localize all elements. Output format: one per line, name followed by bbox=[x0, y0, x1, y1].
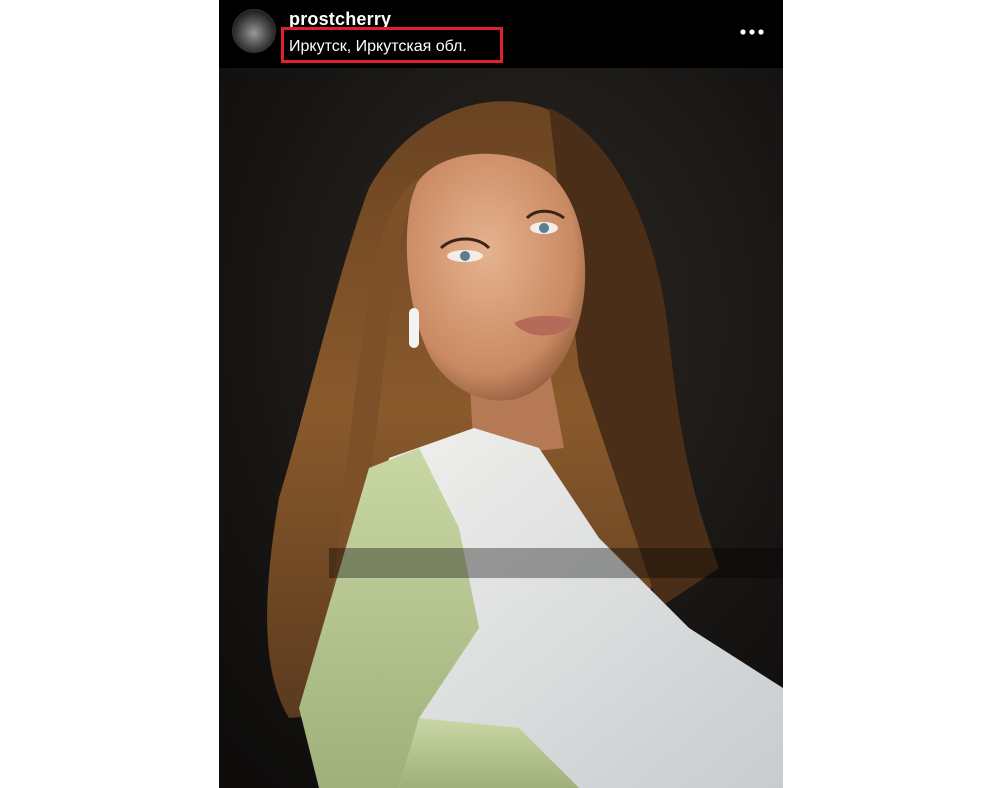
more-horizontal-icon bbox=[740, 29, 764, 35]
more-options-button[interactable] bbox=[734, 22, 774, 42]
username[interactable]: prostcherry bbox=[289, 9, 391, 29]
location-tag[interactable]: Иркутск, Иркутская обл. bbox=[289, 37, 467, 57]
portrait-image bbox=[219, 68, 783, 788]
post-card: prostcherry Иркутск, Иркутская обл. bbox=[219, 0, 783, 788]
post-photo[interactable] bbox=[219, 68, 783, 788]
avatar[interactable] bbox=[232, 9, 276, 53]
post-header: prostcherry Иркутск, Иркутская обл. bbox=[219, 0, 783, 68]
